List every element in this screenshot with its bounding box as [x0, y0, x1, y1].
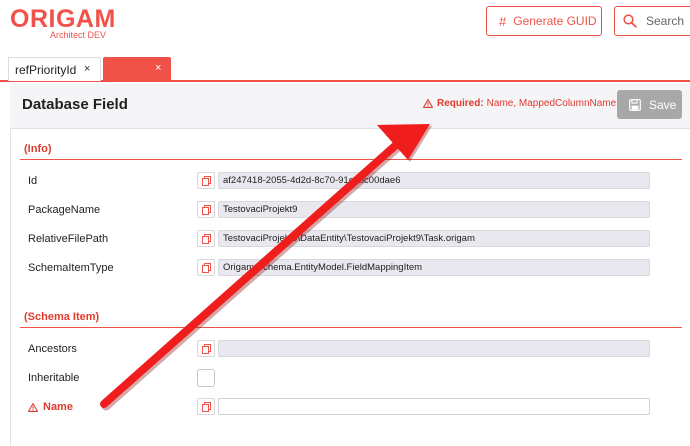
copy-button[interactable] [197, 259, 215, 276]
warning-icon [28, 402, 38, 412]
floppy-disk-icon [629, 98, 641, 111]
id-field[interactable]: af247418-2055-4d2d-8c70-91c1bc00dae6 [218, 172, 650, 189]
app-header: ORIGAM Architect DEV # Generate GUID Sea… [0, 0, 690, 44]
save-button[interactable]: Save [617, 90, 682, 119]
section-title-schema-item: (Schema Item) [24, 311, 100, 323]
editor-title: Database Field [22, 96, 128, 113]
save-label: Save [649, 97, 677, 112]
logo-subtitle: Architect DEV [50, 30, 107, 40]
editor-tab-bar: refPriorityId × × [0, 57, 690, 82]
origam-logo[interactable]: ORIGAM Architect DEV [10, 5, 116, 40]
warning-icon [423, 99, 433, 108]
copy-icon [201, 233, 211, 244]
generate-guid-label: Generate GUID [513, 14, 597, 28]
copy-button[interactable] [197, 201, 215, 218]
name-label-text: Name [43, 401, 73, 413]
required-warning: Required: Name, MappedColumnName [423, 98, 616, 109]
copy-button[interactable] [197, 340, 215, 357]
copy-icon [201, 343, 211, 354]
generate-guid-button[interactable]: # Generate GUID [486, 6, 602, 36]
property-label-ancestors: Ancestors [28, 343, 77, 355]
ancestors-field[interactable] [218, 340, 650, 357]
search-label: Search [646, 14, 685, 28]
relativefilepath-field[interactable]: TestovaciProjekt9\DataEntity\TestovaciPr… [218, 230, 650, 247]
search-icon [623, 14, 637, 28]
close-icon[interactable]: × [155, 62, 161, 74]
search-button[interactable]: Search [614, 6, 690, 36]
name-input[interactable] [218, 398, 650, 415]
tab-active[interactable]: × [103, 57, 171, 81]
inheritable-checkbox[interactable] [197, 369, 215, 387]
content-frame-border [10, 129, 11, 446]
copy-button[interactable] [197, 398, 215, 415]
required-prefix: Required: [437, 98, 484, 109]
hash-icon: # [499, 13, 507, 29]
copy-icon [201, 262, 211, 273]
copy-icon [201, 175, 211, 186]
required-fields: Name, MappedColumnName [486, 98, 617, 109]
property-label-schemaitemtype: SchemaItemType [28, 262, 114, 274]
copy-button[interactable] [197, 172, 215, 189]
logo-text: ORIGAM [10, 5, 116, 33]
schemaitemtype-field[interactable]: Origam.Schema.EntityModel.FieldMappingIt… [218, 259, 650, 276]
copy-button[interactable] [197, 230, 215, 247]
section-divider [20, 327, 682, 328]
section-divider [20, 159, 682, 160]
property-label-packagename: PackageName [28, 204, 101, 216]
copy-icon [201, 401, 211, 412]
property-label-name: Name [28, 401, 73, 413]
editor-title-bar: Database Field Required: Name, MappedCol… [10, 84, 690, 129]
property-label-relativefilepath: RelativeFilePath [28, 233, 109, 245]
property-label-id: Id [28, 175, 38, 187]
copy-icon [201, 204, 211, 215]
tab-label: refPriorityId [15, 62, 77, 77]
tab-refpriorityid[interactable]: refPriorityId × [8, 57, 101, 81]
section-title-info: (Info) [24, 143, 52, 155]
property-label-inheritable: Inheritable [28, 372, 80, 384]
packagename-field[interactable]: TestovaciProjekt9 [218, 201, 650, 218]
close-icon[interactable]: × [84, 63, 90, 75]
